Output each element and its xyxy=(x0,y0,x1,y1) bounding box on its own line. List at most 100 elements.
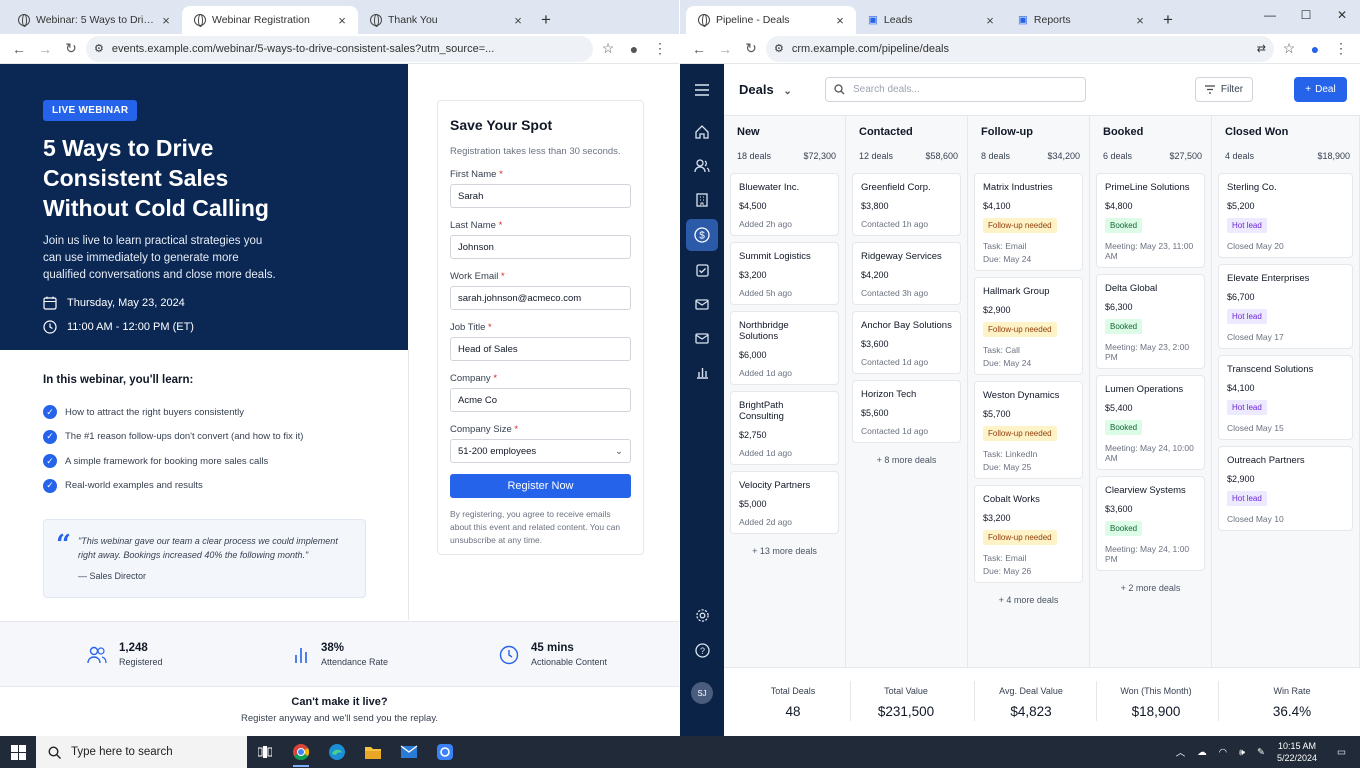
tab-reports[interactable]: ▣ Reports × xyxy=(1006,6,1156,34)
back-button[interactable]: ← xyxy=(688,38,710,60)
chrome-icon[interactable] xyxy=(283,736,319,768)
tab-pipeline-deals[interactable]: Pipeline - Deals × xyxy=(686,6,856,34)
deal-card[interactable]: Ridgeway Services $4,200 Contacted 3h ago xyxy=(852,242,961,305)
deal-card[interactable]: Weston Dynamics $5,700 Follow-up needed Tas… xyxy=(974,381,1083,479)
reports-chart-icon[interactable] xyxy=(690,360,714,384)
task-view-icon[interactable] xyxy=(247,736,283,768)
avatar[interactable]: SJ xyxy=(691,682,713,704)
register-button[interactable]: Register Now xyxy=(450,474,631,498)
tasks-checkbox-icon[interactable] xyxy=(690,258,714,282)
back-button[interactable]: ← xyxy=(8,38,30,60)
more-deals-link[interactable]: + 2 more deals xyxy=(1096,583,1205,593)
close-icon[interactable]: × xyxy=(510,13,526,28)
first-name-field[interactable]: Sarah xyxy=(450,184,631,208)
deal-card[interactable]: Greenfield Corp. $3,800 Contacted 1h ago xyxy=(852,173,961,236)
forward-button[interactable]: → xyxy=(714,38,736,60)
new-tab-button[interactable]: + xyxy=(1156,6,1180,34)
forward-button[interactable]: → xyxy=(34,38,56,60)
deal-card[interactable]: Horizon Tech $5,600 Contacted 1d ago xyxy=(852,380,961,443)
metric-label: Win Rate xyxy=(1273,686,1311,696)
page-title[interactable]: Deals ⌄ xyxy=(739,82,792,97)
address-bar[interactable]: ⚙ events.example.com/webinar/5-ways-to-dr… xyxy=(86,35,593,62)
contacts-icon[interactable] xyxy=(690,154,714,178)
deal-card[interactable]: Lumen Operations $5,400 Booked Meeting: May… xyxy=(1096,375,1205,470)
home-icon[interactable] xyxy=(690,120,714,144)
job-title-field[interactable]: Head of Sales xyxy=(450,337,631,361)
deal-card[interactable]: Transcend Solutions $4,100 Hot lead Closed … xyxy=(1218,355,1353,440)
deal-card[interactable]: Matrix Industries $4,100 Follow-up needed T… xyxy=(974,173,1083,271)
add-deal-button[interactable]: + Deal xyxy=(1294,77,1347,102)
more-deals-link[interactable]: + 13 more deals xyxy=(730,546,839,556)
email-field[interactable]: sarah.johnson@acmeco.com xyxy=(450,286,631,310)
deal-card[interactable]: Delta Global $6,300 Booked Meeting: May 23,… xyxy=(1096,274,1205,369)
mail-app-icon[interactable] xyxy=(391,736,427,768)
cloud-icon[interactable]: ☁ xyxy=(1197,747,1207,758)
profile-icon[interactable]: ● xyxy=(623,38,645,60)
deal-card[interactable]: Bluewater Inc. $4,500 Added 2h ago xyxy=(730,173,839,236)
close-icon[interactable]: × xyxy=(1132,13,1148,28)
close-icon[interactable]: × xyxy=(334,13,350,28)
replay-section: Can't make it live? Register anyway and … xyxy=(0,696,679,724)
deal-card[interactable]: Cobalt Works $3,200 Follow-up needed Task: … xyxy=(974,485,1083,583)
reload-button[interactable]: ↻ xyxy=(740,38,762,60)
menu-kebab-icon[interactable]: ⋮ xyxy=(1330,38,1352,60)
volume-icon[interactable]: 🕪 xyxy=(1239,747,1245,758)
site-info-icon[interactable]: ⚙ xyxy=(774,42,784,55)
edge-icon[interactable] xyxy=(319,736,355,768)
deal-card[interactable]: Sterling Co. $5,200 Hot lead Closed May 20 xyxy=(1218,173,1353,258)
deal-card[interactable]: Velocity Partners $5,000 Added 2d ago xyxy=(730,471,839,534)
building-icon[interactable] xyxy=(690,188,714,212)
profile-icon[interactable]: ● xyxy=(1304,38,1326,60)
file-explorer-icon[interactable] xyxy=(355,736,391,768)
deal-card[interactable]: Outreach Partners $2,900 Hot lead Closed Ma… xyxy=(1218,446,1353,531)
deal-card[interactable]: Anchor Bay Solutions $3,600 Contacted 1d a… xyxy=(852,311,961,374)
wifi-icon[interactable]: ◠ xyxy=(1219,747,1227,758)
app-icon[interactable] xyxy=(427,736,463,768)
notifications-icon[interactable]: ▭ xyxy=(1337,747,1346,758)
hamburger-menu-icon[interactable] xyxy=(690,78,714,102)
bookmark-star-icon[interactable]: ☆ xyxy=(1278,38,1300,60)
maximize-icon[interactable]: ☐ xyxy=(1288,0,1324,30)
deal-card[interactable]: Hallmark Group $2,900 Follow-up needed Task… xyxy=(974,277,1083,375)
settings-gear-icon[interactable] xyxy=(690,603,714,627)
last-name-field[interactable]: Johnson xyxy=(450,235,631,259)
translate-icon[interactable]: ⇄ xyxy=(1257,42,1266,55)
deal-card[interactable]: BrightPath Consulting $2,750 Added 1d ago xyxy=(730,391,839,465)
search-input[interactable]: Search deals... xyxy=(825,77,1086,102)
reload-button[interactable]: ↻ xyxy=(60,38,82,60)
help-icon[interactable]: ? xyxy=(690,638,714,662)
deals-dollar-icon[interactable]: $ xyxy=(686,219,718,251)
tab-leads[interactable]: ▣ Leads × xyxy=(856,6,1006,34)
more-deals-link[interactable]: + 8 more deals xyxy=(852,455,961,465)
bookmark-star-icon[interactable]: ☆ xyxy=(597,38,619,60)
deal-card[interactable]: Northbridge Solutions $6,000 Added 1d ago xyxy=(730,311,839,385)
windows-start-icon[interactable] xyxy=(0,736,36,768)
minimize-icon[interactable]: — xyxy=(1252,0,1288,30)
company-size-select[interactable]: 51-200 employees ⌄ xyxy=(450,439,631,463)
tab-thank-you[interactable]: Thank You × xyxy=(358,6,534,34)
tab-webinar[interactable]: Webinar: 5 Ways to Drive Consis× xyxy=(6,6,182,34)
address-bar[interactable]: ⚙ crm.example.com/pipeline/deals ⇄ xyxy=(766,35,1274,62)
new-tab-button[interactable]: + xyxy=(534,6,558,34)
filter-button[interactable]: Filter xyxy=(1195,77,1253,102)
inbox-icon[interactable] xyxy=(690,326,714,350)
deal-card[interactable]: Clearview Systems $3,600 Booked Meeting: Ma… xyxy=(1096,476,1205,571)
close-icon[interactable]: × xyxy=(158,13,174,28)
more-deals-link[interactable]: + 4 more deals xyxy=(974,595,1083,605)
close-window-icon[interactable]: ✕ xyxy=(1324,0,1360,30)
clock[interactable]: 10:15 AM 5/22/2024 xyxy=(1277,740,1317,764)
deal-card[interactable]: PrimeLine Solutions $4,800 Booked Meeting: … xyxy=(1096,173,1205,268)
mail-icon[interactable] xyxy=(690,292,714,316)
tab-webinar-registration[interactable]: Webinar Registration × xyxy=(182,6,358,34)
pen-icon[interactable]: ✎ xyxy=(1257,747,1265,758)
close-icon[interactable]: × xyxy=(982,13,998,28)
taskbar-search-input[interactable]: Type here to search xyxy=(36,736,247,768)
close-icon[interactable]: × xyxy=(832,13,848,28)
site-info-icon[interactable]: ⚙ xyxy=(94,42,104,55)
menu-kebab-icon[interactable]: ⋮ xyxy=(649,38,671,60)
deal-card[interactable]: Summit Logistics $3,200 Added 5h ago xyxy=(730,242,839,305)
chevron-up-icon[interactable]: ︿ xyxy=(1176,745,1186,759)
company-field[interactable]: Acme Co xyxy=(450,388,631,412)
deal-name: Velocity Partners xyxy=(739,480,811,491)
deal-card[interactable]: Elevate Enterprises $6,700 Hot lead Closed … xyxy=(1218,264,1353,349)
